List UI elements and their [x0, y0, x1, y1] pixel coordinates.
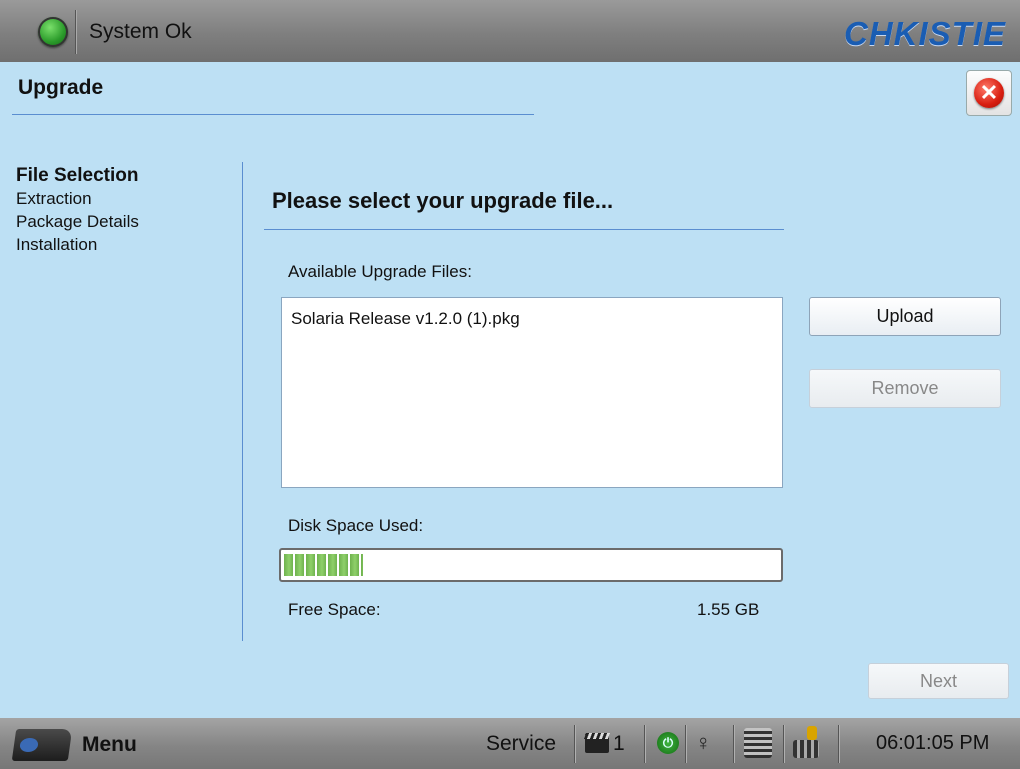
divider	[783, 725, 784, 763]
section-divider	[264, 229, 784, 230]
step-file-selection: File Selection	[16, 165, 139, 186]
clock: 06:01:05 PM	[876, 732, 990, 754]
disk-space-bar	[279, 548, 783, 582]
divider	[644, 725, 645, 763]
menu-button[interactable]: Menu	[82, 733, 137, 757]
channel-number[interactable]: 1	[613, 732, 625, 756]
bulb-icon[interactable]: ♀	[695, 730, 712, 756]
step-package-details: Package Details	[16, 212, 139, 231]
status-led-icon[interactable]	[38, 17, 68, 47]
divider	[574, 725, 575, 763]
shutter-icon[interactable]	[744, 728, 772, 758]
divider	[75, 10, 76, 54]
steps-divider	[242, 162, 243, 641]
next-button[interactable]: Next	[868, 663, 1009, 699]
free-space-value: 1.55 GB	[697, 600, 760, 619]
disk-space-fill	[284, 554, 364, 576]
disk-space-label: Disk Space Used:	[288, 516, 424, 535]
step-extraction: Extraction	[16, 189, 92, 208]
divider	[685, 725, 686, 763]
status-bar: System Ok CHKISTIE	[0, 0, 1020, 62]
page-title: Upgrade	[18, 76, 104, 99]
wizard-steps: File Selection Extraction Package Detail…	[16, 164, 139, 256]
douser-icon[interactable]	[793, 726, 823, 758]
bottom-bar: Menu Service 1 ⏻ ♀ 06:01:05 PM	[0, 718, 1020, 769]
power-icon[interactable]: ⏻	[657, 732, 679, 754]
close-button[interactable]: ✕	[966, 70, 1012, 116]
mode-label[interactable]: Service	[486, 732, 556, 756]
remove-button[interactable]: Remove	[809, 369, 1001, 408]
divider	[838, 725, 839, 763]
divider	[733, 725, 734, 763]
list-item[interactable]: Solaria Release v1.2.0 (1).pkg	[282, 298, 782, 329]
free-space-label: Free Space:	[288, 600, 381, 619]
available-files-label: Available Upgrade Files:	[288, 262, 472, 281]
upgrade-file-list[interactable]: Solaria Release v1.2.0 (1).pkg	[281, 297, 783, 488]
section-heading: Please select your upgrade file...	[272, 188, 614, 213]
close-icon: ✕	[974, 78, 1004, 108]
menu-icon[interactable]	[11, 729, 73, 761]
title-divider	[12, 114, 534, 115]
system-status-text[interactable]: System Ok	[89, 20, 192, 44]
upload-button[interactable]: Upload	[809, 297, 1001, 336]
step-installation: Installation	[16, 235, 98, 254]
film-icon[interactable]	[585, 733, 609, 753]
christie-logo: CHKISTIE	[843, 15, 1006, 52]
